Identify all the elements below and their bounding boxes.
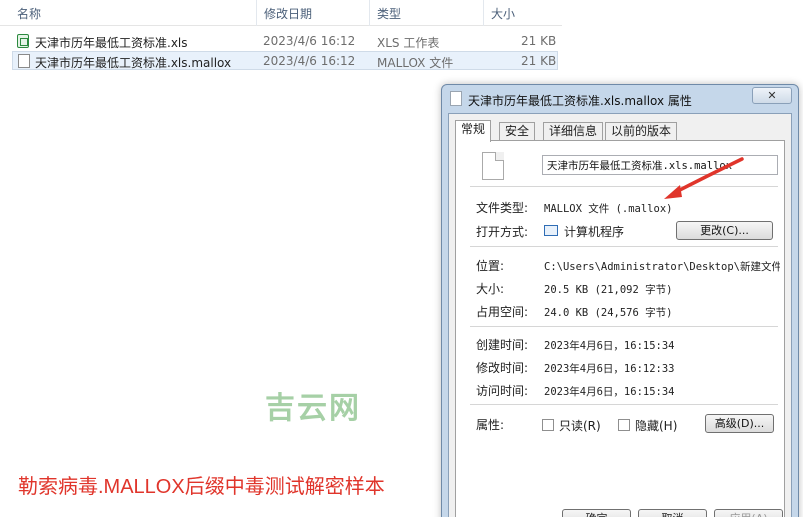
size-label: 大小: (476, 282, 505, 296)
change-button[interactable]: 更改(C)... (676, 221, 773, 240)
file-type-value: MALLOX 文件 (.mallox) (544, 203, 673, 215)
dialog-titlebar[interactable]: 天津市历年最低工资标准.xls.mallox 属性 ✕ (442, 85, 798, 113)
annotation-arrow-icon (664, 157, 744, 199)
file-type-label: 文件类型: (476, 201, 529, 215)
hidden-checkbox[interactable] (618, 419, 630, 431)
readonly-checkbox[interactable] (542, 419, 554, 431)
tab-previous-versions[interactable]: 以前的版本 (605, 122, 678, 141)
file-modified: 2023/4/6 16:12 (263, 34, 356, 48)
dialog-title: 天津市历年最低工资标准.xls.mallox 属性 (468, 94, 692, 108)
column-header: 名称 修改日期 类型 大小 (0, 0, 562, 26)
location-label: 位置: (476, 259, 505, 273)
column-type[interactable]: 类型 (377, 5, 401, 22)
watermark-logo: 吉云网 (265, 391, 361, 426)
attributes-label: 属性: (476, 418, 505, 432)
properties-dialog: 天津市历年最低工资标准.xls.mallox 属性 ✕ 常规 安全 详细信息 以… (441, 84, 799, 517)
column-divider (369, 0, 370, 26)
arrow-shaft (672, 157, 744, 195)
xls-file-icon (17, 34, 29, 48)
modified-label: 修改时间: (476, 361, 529, 375)
divider (470, 326, 778, 327)
tab-general[interactable]: 常规 (455, 120, 492, 142)
open-with-label: 打开方式: (476, 225, 529, 239)
cancel-button[interactable]: 取消 (638, 509, 707, 517)
file-row-xls[interactable]: 天津市历年最低工资标准.xls 2023/4/6 16:12 XLS 工作表 2… (12, 32, 558, 51)
hidden-label[interactable]: 隐藏(H) (635, 417, 677, 434)
disk-size-label: 占用空间: (476, 305, 529, 319)
close-button[interactable]: ✕ (752, 87, 792, 104)
column-size[interactable]: 大小 (491, 5, 515, 22)
tab-security[interactable]: 安全 (499, 122, 536, 141)
location-value: C:\Users\Administrator\Desktop\新建文件夹 (544, 261, 780, 273)
column-divider (483, 0, 484, 26)
disk-size-value: 24.0 KB (24,576 字节) (544, 307, 673, 319)
caption-text: 勒索病毒.MALLOX后缀中毒测试解密样本 (18, 476, 385, 498)
divider (470, 404, 778, 405)
size-value: 20.5 KB (21,092 字节) (544, 284, 673, 296)
modified-value: 2023年4月6日，16:12:33 (544, 363, 675, 375)
arrow-head (664, 185, 682, 199)
divider (470, 246, 778, 247)
file-size: 21 KB (521, 34, 557, 48)
apply-button[interactable]: 应用(A) (714, 509, 783, 517)
created-value: 2023年4月6日，16:15:34 (544, 340, 675, 352)
file-type: MALLOX 文件 (377, 56, 454, 70)
file-name: 天津市历年最低工资标准.xls.mallox (35, 56, 232, 70)
advanced-button[interactable]: 高级(D)... (705, 414, 774, 433)
file-name: 天津市历年最低工资标准.xls (35, 36, 188, 50)
file-row-mallox[interactable]: 天津市历年最低工资标准.xls.mallox 2023/4/6 16:12 MA… (12, 51, 558, 70)
column-modified[interactable]: 修改日期 (264, 5, 312, 22)
created-label: 创建时间: (476, 338, 529, 352)
readonly-label[interactable]: 只读(R) (559, 417, 601, 434)
program-icon (544, 225, 558, 236)
column-divider (256, 0, 257, 26)
file-size: 21 KB (521, 54, 557, 68)
file-type: XLS 工作表 (377, 36, 440, 50)
column-name[interactable]: 名称 (17, 5, 41, 22)
accessed-label: 访问时间: (476, 384, 529, 398)
ok-button[interactable]: 确定 (562, 509, 631, 517)
file-icon (450, 91, 462, 106)
file-icon (482, 152, 504, 180)
generic-file-icon (18, 54, 30, 68)
accessed-value: 2023年4月6日，16:15:34 (544, 386, 675, 398)
tab-details[interactable]: 详细信息 (543, 122, 604, 141)
open-with-value: 计算机程序 (564, 225, 625, 239)
file-modified: 2023/4/6 16:12 (263, 54, 356, 68)
